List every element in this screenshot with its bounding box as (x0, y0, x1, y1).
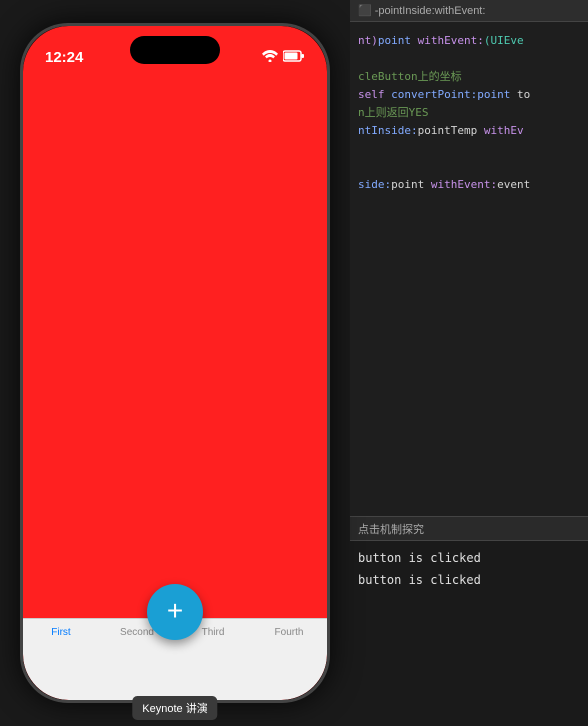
console-area: 点击机制探究 button is clicked button is click… (350, 516, 588, 726)
code-line-7 (358, 140, 580, 158)
code-line-3: cleButton上的坐标 (358, 68, 580, 86)
tab-first-label: First (51, 627, 70, 638)
code-line-4: self convertPoint:point to (358, 86, 580, 104)
panel-topbar-title: ⬛ -pointInside:withEvent: (358, 4, 485, 17)
code-line-8 (358, 158, 580, 176)
code-line-9: side:point withEvent:event (358, 176, 580, 194)
phone-screen: 12:24 (23, 26, 327, 700)
tab-fourth[interactable]: Fourth (251, 627, 327, 638)
console-header: 点击机制探究 (350, 517, 588, 541)
phone-frame: 12:24 (20, 23, 330, 703)
console-line-2: button is clicked (358, 569, 580, 591)
tab-first[interactable]: First (23, 627, 99, 638)
code-line-5: n上则返回YES (358, 104, 580, 122)
code-line-1: nt)point withEvent:(UIEve (358, 32, 580, 50)
code-line-2 (358, 50, 580, 68)
code-area: nt)point withEvent:(UIEve cleButton上的坐标 … (350, 22, 588, 516)
fab-plus-icon: + (167, 597, 183, 625)
wifi-icon (262, 50, 278, 65)
console-header-title: 点击机制探究 (358, 521, 424, 537)
panel-topbar: ⬛ -pointInside:withEvent: (350, 0, 588, 22)
fab-button[interactable]: + (147, 584, 203, 640)
status-icons (262, 50, 305, 65)
console-body: button is clicked button is clicked (350, 541, 588, 726)
code-line-6: ntInside:pointTemp withEv (358, 122, 580, 140)
keynote-tooltip: Keynote 讲演 (132, 696, 217, 720)
code-panel: ⬛ -pointInside:withEvent: nt)point withE… (350, 0, 588, 726)
tab-third-label: Third (202, 627, 225, 638)
phone-simulator: 12:24 (0, 0, 350, 726)
battery-icon (283, 50, 305, 65)
tab-fourth-label: Fourth (275, 627, 304, 638)
dynamic-island (130, 36, 220, 64)
console-line-1: button is clicked (358, 547, 580, 569)
tab-second-label: Second (120, 627, 154, 638)
status-time: 12:24 (45, 49, 83, 66)
